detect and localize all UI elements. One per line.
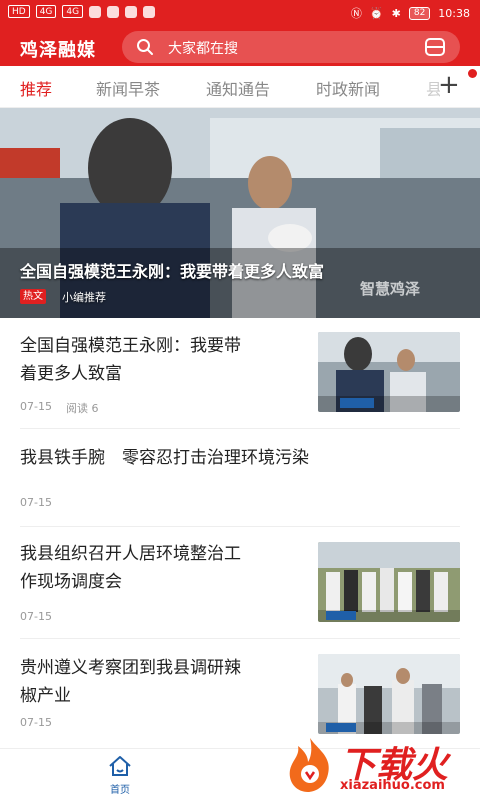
news-date: 07-15: [20, 496, 52, 509]
hero-watermark: 智慧鸡泽: [360, 280, 421, 298]
scan-icon[interactable]: [424, 37, 446, 57]
news-thumbnail[interactable]: [318, 654, 460, 734]
divider: [20, 428, 460, 429]
nav-home-label: 首页: [110, 785, 130, 796]
news-read-count: 阅读 6: [66, 402, 99, 415]
news-title[interactable]: 贵州遵义考察团到我县调研辣 椒产业: [20, 654, 300, 710]
nav-home[interactable]: 首页: [104, 755, 136, 796]
news-title-line: 着更多人致富: [20, 364, 122, 384]
clock: 10:38: [438, 6, 470, 20]
hero-title[interactable]: 全国自强模范王永刚：我要带着更多人致富: [20, 258, 324, 282]
tab-politics[interactable]: 时政新闻: [316, 76, 380, 100]
flame-logo-icon: [289, 738, 329, 792]
site-watermark: 下载火 xiazaihuo.com: [282, 734, 478, 796]
battery-indicator: 82: [408, 6, 431, 20]
tab-recommend[interactable]: 推荐: [20, 76, 52, 100]
notification-dot: [468, 69, 477, 78]
search-placeholder: 大家都在搜: [168, 41, 238, 57]
news-item[interactable]: 全国自强模范王永刚：我要带 着更多人致富 07-15 阅读 6: [20, 332, 460, 415]
category-tabs: 推荐 新闻早茶 通知通告 时政新闻 县 +: [0, 66, 480, 108]
status-signal-chip-2: 4G: [62, 5, 84, 18]
app-notification-icon-2: [107, 5, 120, 18]
search-icon: [137, 39, 153, 55]
divider: [20, 526, 460, 527]
news-title-line: 椒产业: [20, 686, 71, 706]
hero-source: 小编推荐: [62, 291, 106, 304]
bluetooth-icon: ✱: [391, 6, 401, 20]
status-hd-chip: HD: [8, 5, 30, 18]
alarm-icon: ⏰: [369, 6, 384, 20]
news-date: 07-15: [20, 400, 52, 413]
status-bar: HD 4G 4G Ⓝ ⏰ ✱ 82 10:38: [0, 0, 480, 24]
news-title-line: 贵州遵义考察团到我县调研辣: [20, 658, 241, 678]
news-item[interactable]: 贵州遵义考察团到我县调研辣 椒产业 07-15: [20, 654, 460, 736]
hot-tag-badge: 热文: [20, 289, 46, 304]
news-title-line: 我县铁手腕 零容忍打击治理环境污染: [20, 448, 309, 468]
divider: [20, 638, 460, 639]
news-title[interactable]: 我县组织召开人居环境整治工 作现场调度会: [20, 540, 300, 596]
app-notification-icon: [89, 5, 102, 18]
plus-icon[interactable]: +: [438, 72, 460, 98]
nfc-icon: Ⓝ: [350, 7, 362, 20]
news-title-line: 我县组织召开人居环境整治工: [20, 544, 241, 564]
news-title-line: 作现场调度会: [20, 572, 122, 592]
news-date: 07-15: [20, 610, 52, 623]
home-icon: [109, 756, 131, 776]
tab-notices[interactable]: 通知通告: [206, 76, 270, 100]
watermark-url: xiazaihuo.com: [340, 778, 445, 793]
news-title-line: 全国自强模范王永刚：我要带: [20, 336, 241, 356]
search-bar[interactable]: 大家都在搜: [122, 31, 460, 63]
news-item[interactable]: 我县组织召开人居环境整治工 作现场调度会 07-15: [20, 540, 460, 623]
top-bar: HD 4G 4G Ⓝ ⏰ ✱ 82 10:38 鸡泽融媒 大家都在搜: [0, 0, 480, 66]
app-brand: 鸡泽融媒: [20, 40, 96, 61]
news-item[interactable]: 我县铁手腕 零容忍打击治理环境污染 07-15: [20, 444, 460, 514]
news-thumbnail[interactable]: [318, 332, 460, 412]
news-date: 07-15: [20, 716, 52, 729]
news-title[interactable]: 全国自强模范王永刚：我要带 着更多人致富: [20, 332, 300, 388]
app-notification-icon-3: [125, 5, 138, 18]
app-notification-icon-4: [143, 5, 156, 18]
news-title[interactable]: 我县铁手腕 零容忍打击治理环境污染: [20, 444, 309, 472]
status-signal-chip: 4G: [35, 5, 57, 18]
tab-morning-news[interactable]: 新闻早茶: [96, 76, 160, 100]
news-thumbnail[interactable]: [318, 542, 460, 622]
